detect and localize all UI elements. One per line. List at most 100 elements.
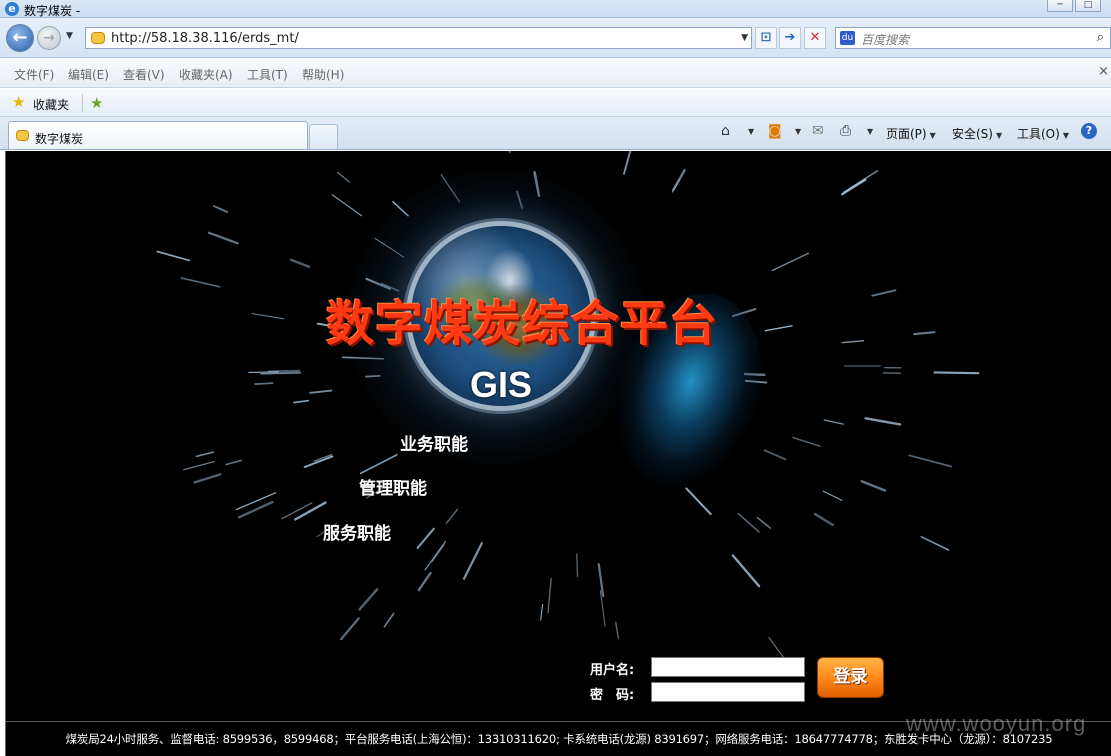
page-menu-caret-icon: ▼ bbox=[929, 131, 936, 140]
back-button[interactable]: ← bbox=[6, 24, 34, 52]
streak-line bbox=[822, 490, 843, 501]
home-icon[interactable]: ⌂ bbox=[721, 123, 730, 139]
streak-line bbox=[417, 571, 432, 592]
streak-line bbox=[358, 588, 379, 611]
add-favorite-icon[interactable]: ★ bbox=[90, 94, 103, 112]
streak-line bbox=[864, 417, 902, 426]
menu-view[interactable]: 查看(V) bbox=[123, 66, 165, 83]
history-dropdown-icon[interactable]: ▼ bbox=[66, 31, 73, 41]
menu-help[interactable]: 帮助(H) bbox=[302, 66, 344, 83]
rss-feed-icon[interactable]: ◙ bbox=[768, 123, 782, 139]
username-label: 用户名: bbox=[590, 663, 635, 678]
menu-favorites[interactable]: 收藏夹(A) bbox=[179, 66, 233, 83]
streak-line bbox=[309, 389, 333, 394]
streak-line bbox=[771, 252, 810, 272]
tab-label[interactable]: 数字煤炭 bbox=[35, 130, 83, 147]
safety-menu-label[interactable]: 安全(S) bbox=[952, 127, 993, 141]
address-field[interactable]: http://58.18.38.116/erds_mt/ ▼ bbox=[85, 27, 752, 49]
menu-file[interactable]: 文件(F) bbox=[14, 66, 54, 83]
page-viewport: 数字煤炭综合平台 GIS 业务职能 管理职能 服务职能 用户名: 密 码: 登录… bbox=[5, 151, 1111, 756]
favorites-bar: ★ 收藏夹 ★ bbox=[0, 89, 1111, 117]
streak-line bbox=[763, 449, 787, 461]
login-button[interactable]: 登录 bbox=[817, 657, 884, 698]
password-label: 密 码: bbox=[590, 688, 635, 703]
management-function-link[interactable]: 管理职能 bbox=[359, 474, 427, 499]
streak-line bbox=[303, 455, 334, 469]
mail-icon[interactable]: ✉ bbox=[812, 123, 824, 139]
streak-line bbox=[225, 459, 243, 466]
streak-line bbox=[685, 487, 712, 516]
close-menubar-icon[interactable]: × bbox=[1098, 64, 1109, 79]
streak-line bbox=[251, 313, 285, 320]
site-favicon-icon bbox=[91, 32, 105, 44]
help-icon[interactable]: ? bbox=[1081, 123, 1097, 139]
home-dropdown-icon[interactable]: ▼ bbox=[748, 127, 754, 136]
menu-bar: 文件(F) 编辑(E) 查看(V) 收藏夹(A) 工具(T) 帮助(H) × bbox=[0, 58, 1111, 88]
address-dropdown-icon[interactable]: ▼ bbox=[741, 33, 748, 43]
gis-label: GIS bbox=[470, 364, 533, 405]
menu-edit[interactable]: 编辑(E) bbox=[68, 66, 109, 83]
minimize-button[interactable]: ─ bbox=[1047, 0, 1073, 12]
service-function-link[interactable]: 服务职能 bbox=[323, 519, 391, 544]
streak-line bbox=[547, 577, 552, 614]
go-arrow-icon[interactable]: ➔ bbox=[779, 27, 801, 49]
window-controls: ─ □ bbox=[1045, 0, 1101, 12]
tab-bar: 数字煤炭 ⌂ ▼ ◙ ▼ ✉ ⎙ ▼ 页面(P) ▼ 安全(S) ▼ 工具(O) ▼ … bbox=[0, 117, 1111, 150]
favorites-separator bbox=[82, 94, 83, 112]
streak-line bbox=[293, 399, 310, 404]
print-icon[interactable]: ⎙ bbox=[840, 123, 851, 139]
streak-line bbox=[193, 473, 222, 484]
streak-line bbox=[213, 205, 229, 213]
feed-dropdown-icon[interactable]: ▼ bbox=[795, 127, 801, 136]
safety-menu[interactable]: 安全(S) ▼ bbox=[952, 125, 1002, 142]
new-tab-button[interactable] bbox=[309, 124, 338, 149]
streak-line bbox=[671, 169, 686, 192]
streak-line bbox=[445, 508, 459, 524]
streak-line bbox=[180, 277, 221, 288]
platform-title: 数字煤炭综合平台 bbox=[326, 296, 719, 352]
search-placeholder[interactable]: 百度搜索 bbox=[861, 31, 909, 48]
baidu-paw-icon: du bbox=[840, 31, 855, 45]
window-title: 数字煤炭 - bbox=[24, 4, 81, 18]
tools-menu-caret-icon: ▼ bbox=[1062, 131, 1069, 140]
favorites-star-icon[interactable]: ★ bbox=[12, 95, 25, 110]
safety-menu-caret-icon: ▼ bbox=[995, 131, 1003, 140]
page-menu[interactable]: 页面(P) ▼ bbox=[886, 125, 936, 142]
tools-menu-label[interactable]: 工具(O) bbox=[1017, 127, 1060, 141]
tools-menu[interactable]: 工具(O) ▼ bbox=[1017, 125, 1069, 142]
search-icon[interactable]: ⌕ bbox=[1097, 30, 1104, 45]
streak-line bbox=[737, 512, 760, 533]
streak-line bbox=[871, 289, 897, 297]
streak-line bbox=[289, 258, 311, 268]
password-input[interactable] bbox=[651, 682, 805, 702]
forward-button[interactable]: → bbox=[37, 26, 61, 50]
menu-tools[interactable]: 工具(T) bbox=[247, 66, 288, 83]
streak-line bbox=[756, 516, 772, 529]
streak-line bbox=[462, 542, 483, 580]
streak-line bbox=[576, 553, 579, 578]
streak-line bbox=[920, 535, 950, 551]
url-text[interactable]: http://58.18.38.116/erds_mt/ bbox=[111, 31, 299, 46]
search-field[interactable]: du 百度搜索 ⌕ bbox=[835, 27, 1111, 49]
streak-line bbox=[424, 540, 447, 571]
streak-line bbox=[860, 480, 887, 492]
streak-line bbox=[235, 492, 277, 511]
streak-line bbox=[623, 151, 632, 175]
business-function-link[interactable]: 业务职能 bbox=[400, 430, 468, 455]
stop-icon[interactable]: ✕ bbox=[804, 27, 826, 49]
ie-logo-icon: e bbox=[5, 2, 19, 16]
streak-line bbox=[254, 382, 274, 385]
favorites-button[interactable]: 收藏夹 bbox=[33, 96, 69, 113]
username-input[interactable] bbox=[651, 657, 805, 677]
maximize-button[interactable]: □ bbox=[1075, 0, 1101, 12]
print-dropdown-icon[interactable]: ▼ bbox=[867, 127, 873, 136]
streak-line bbox=[508, 151, 511, 153]
tab-favicon-icon bbox=[16, 130, 29, 141]
page-menu-label[interactable]: 页面(P) bbox=[886, 127, 927, 141]
streak-line bbox=[614, 621, 620, 639]
streak-line bbox=[913, 331, 936, 336]
compatibility-view-icon[interactable]: ⊡ bbox=[755, 27, 777, 49]
streak-line bbox=[908, 454, 953, 468]
streak-line bbox=[281, 502, 313, 520]
tab-active[interactable]: 数字煤炭 bbox=[8, 121, 308, 149]
